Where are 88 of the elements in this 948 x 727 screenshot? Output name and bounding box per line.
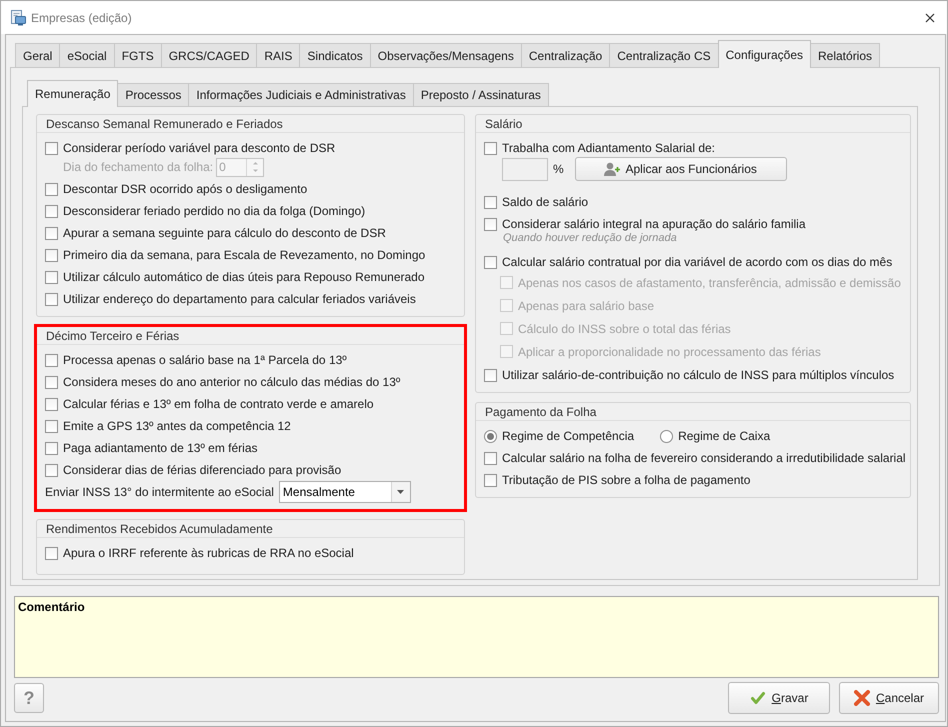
- radio-label: Regime de Competência: [502, 429, 634, 443]
- checkbox[interactable]: [45, 464, 58, 476]
- checkbox-label: Descontar DSR ocorrido após o desligamento: [63, 182, 308, 196]
- checkbox-label: Considerar período variável para desconto de DSR: [63, 141, 336, 155]
- checkbox[interactable]: [45, 354, 58, 366]
- tab[interactable]: Preposto / Assinaturas: [412, 83, 549, 106]
- checkbox-label: Calcular férias e 13º em folha de contrato verde e amarelo: [63, 397, 374, 411]
- tab[interactable]: Sindicatos: [299, 43, 371, 67]
- checkbox-label: Utilizar salário-de-contribuição no cálculo de INSS para múltiplos vínculos: [502, 368, 894, 382]
- checkbox[interactable]: [484, 452, 497, 464]
- save-button[interactable]: Gravar: [728, 682, 830, 714]
- tab[interactable]: Configurações: [718, 40, 811, 68]
- checkbox[interactable]: [484, 142, 497, 154]
- checkbox-label: Paga adiantamento de 13º em férias: [63, 441, 258, 455]
- tab[interactable]: Centralização: [520, 43, 610, 67]
- tab[interactable]: Centralização CS: [609, 43, 719, 67]
- checkbox[interactable]: [45, 292, 58, 306]
- tab[interactable]: FGTS: [114, 43, 162, 67]
- checkbox-label: Apura o IRRF referente às rubricas de RRA no eSocial: [63, 546, 354, 560]
- checkbox-label: Apenas nos casos de afastamento, transferência, admissão e demissão: [518, 276, 901, 290]
- checkbox-label: Processa apenas o salário base na 1ª Parcela do 13º: [63, 353, 347, 367]
- checkbox[interactable]: [484, 196, 497, 208]
- group-title: Salário: [485, 116, 522, 130]
- comment-label: Comentário: [18, 600, 85, 614]
- group-title: Pagamento da Folha: [485, 404, 596, 418]
- checkbox-label: Utilizar cálculo automático de dias úteis para Repouso Remunerado: [63, 270, 425, 284]
- tab[interactable]: eSocial: [59, 43, 115, 67]
- field-label: Enviar INSS 13° do intermitente ao eSocial: [45, 485, 274, 499]
- checkbox[interactable]: [484, 368, 497, 382]
- checkbox-label: Cálculo do INSS sobre o total das férias: [518, 322, 731, 336]
- checkbox[interactable]: [45, 142, 58, 154]
- checkbox-label: Utilizar endereço do departamento para calcular feriados variáveis: [63, 292, 416, 306]
- checkbox-label: Trabalha com Adiantamento Salarial de:: [502, 141, 716, 155]
- close-icon[interactable]: [925, 12, 935, 22]
- checkbox-label: Saldo de salário: [502, 195, 588, 209]
- checkbox-label: Emite a GPS 13º antes da competência 12: [63, 419, 291, 433]
- group-title: Descanso Semanal Remunerado e Feriados: [46, 116, 283, 130]
- checkbox[interactable]: [484, 218, 497, 230]
- checkbox[interactable]: [45, 420, 58, 432]
- field-label: Dia do fechamento da folha:: [63, 160, 214, 174]
- hint-text: Quando houver redução de jornada: [503, 232, 677, 244]
- checkbox[interactable]: [484, 256, 497, 268]
- checkbox-label: Considerar salário integral na apuração do salário familia: [502, 217, 806, 231]
- radio-label: Regime de Caixa: [678, 429, 770, 443]
- checkbox-label: Desconsiderar feriado perdido no dia da folga (Domingo): [63, 204, 366, 218]
- comment-field[interactable]: Comentário: [14, 596, 939, 678]
- document-icon: [10, 10, 26, 26]
- checkbox-label: Calcular salário na folha de fevereiro considerando a irredutibilidade salarial: [502, 451, 906, 465]
- check-icon: [750, 691, 766, 705]
- checkbox[interactable]: [484, 474, 497, 486]
- checkbox[interactable]: [45, 226, 58, 240]
- checkbox[interactable]: [45, 248, 58, 262]
- tab[interactable]: Remuneração: [27, 80, 118, 107]
- checkbox-label: Tributação de PIS sobre a folha de pagamento: [502, 473, 750, 487]
- window-title: Empresas (edição): [31, 10, 132, 24]
- checkbox-label: Primeiro dia da semana, para Escala de Revezamento, no Domingo: [63, 248, 426, 262]
- group-title: Rendimentos Recebidos Acumuladamente: [46, 522, 273, 536]
- unit-label: %: [553, 162, 564, 176]
- group-title: Décimo Terceiro e Férias: [46, 328, 180, 342]
- tab[interactable]: GRCS/CAGED: [160, 43, 258, 67]
- radio-button[interactable]: [484, 430, 497, 442]
- radio-button[interactable]: [660, 430, 674, 442]
- checkbox-label: Apurar a semana seguinte para cálculo do desconto de DSR: [63, 226, 386, 240]
- checkbox[interactable]: [45, 546, 58, 560]
- tab[interactable]: Informações Judiciais e Administrativas: [188, 83, 414, 106]
- checkbox[interactable]: [45, 204, 58, 218]
- apply-button[interactable]: Aplicar aos Funcionários: [574, 157, 787, 181]
- checkbox[interactable]: [45, 442, 58, 454]
- checkbox[interactable]: [45, 398, 58, 410]
- checkbox-label: Apenas para salário base: [518, 298, 654, 312]
- cross-icon: [854, 690, 870, 706]
- tab[interactable]: Observações/Mensagens: [370, 43, 522, 67]
- checkbox-label: Aplicar a proporcionalidade no processamento das férias: [518, 344, 821, 358]
- checkbox-label: Considera meses do ano anterior no cálculo das médias do 13º: [63, 375, 400, 389]
- tab[interactable]: Processos: [117, 83, 190, 106]
- tab[interactable]: RAIS: [256, 43, 300, 67]
- tab[interactable]: Relatórios: [810, 43, 880, 67]
- person-add-icon: [604, 162, 620, 176]
- caret-down-icon: [397, 490, 404, 494]
- checkbox-label: Considerar dias de férias diferenciado para provisão: [63, 463, 342, 477]
- checkbox-label: Calcular salário contratual por dia variável de acordo com os dias do mês: [502, 255, 892, 269]
- cancel-button[interactable]: Cancelar: [838, 682, 939, 714]
- checkbox[interactable]: [45, 270, 58, 284]
- checkbox[interactable]: [45, 182, 58, 196]
- percent-field[interactable]: [502, 158, 548, 180]
- tab[interactable]: Geral: [15, 43, 60, 67]
- checkbox[interactable]: [45, 376, 58, 388]
- dropdown[interactable]: Mensalmente: [278, 481, 411, 503]
